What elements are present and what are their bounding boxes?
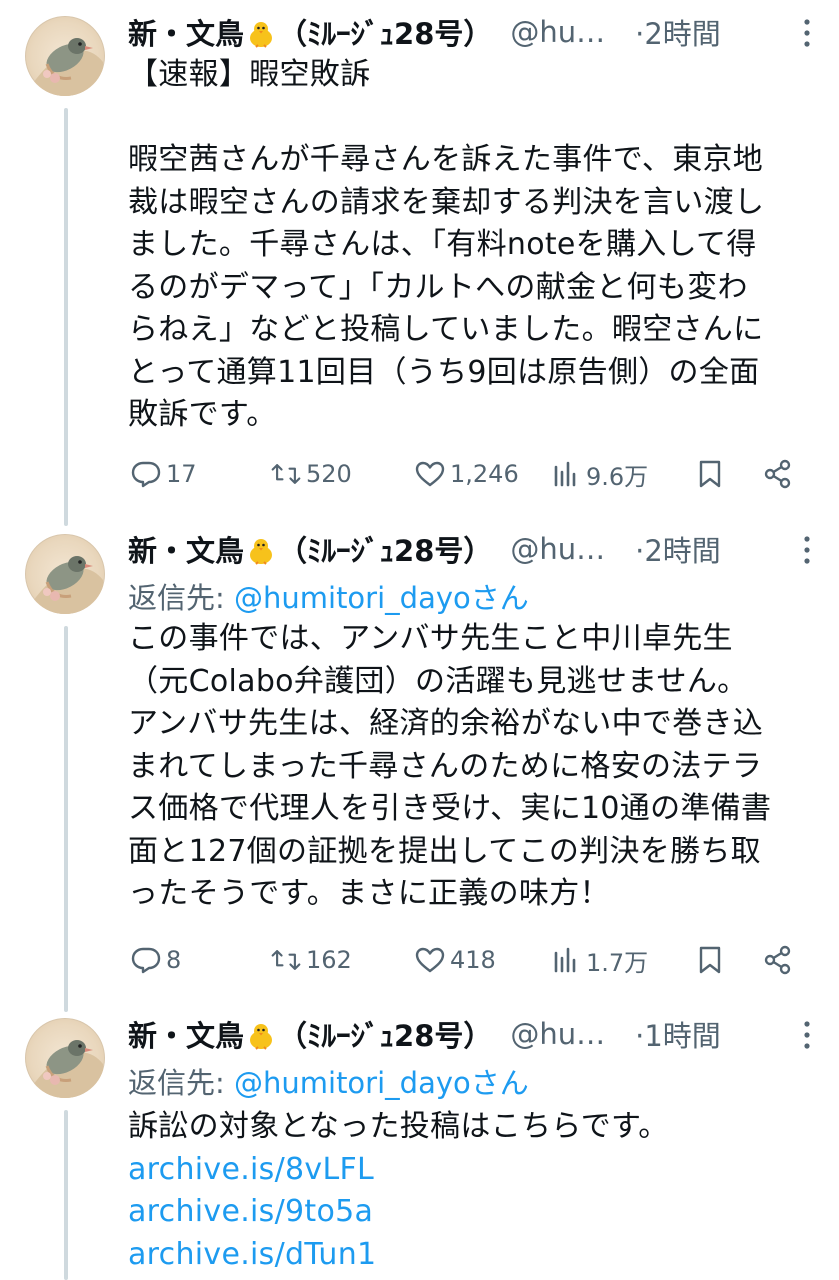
tweet-text-line: まれてしまった千尋さんのために格安の法テラ	[128, 748, 763, 784]
timestamp[interactable]: ·2時間	[635, 528, 721, 570]
timestamp[interactable]: ·2時間	[635, 11, 721, 53]
reply-count: 17	[166, 460, 197, 488]
tweet-header: 新・文鳥 （ﾐﾙｰｼﾞｭ28号） @hu… ·1時間	[128, 1012, 721, 1056]
view-count: 9.6万	[586, 462, 649, 491]
reply-button[interactable]: 8	[130, 940, 181, 980]
share-button[interactable]	[762, 454, 794, 494]
views-button[interactable]: 9.6万	[550, 454, 648, 494]
tweet-text-line: 面と127個の証拠を提出してこの判決を勝ち取	[128, 833, 761, 869]
vertical-dots-icon[interactable]	[803, 18, 811, 48]
tweet-text-line: ったそうです。まさに正義の味方！	[128, 876, 610, 911]
share-nodes-icon	[764, 945, 791, 975]
retweet-count: 520	[306, 460, 352, 488]
bookmark-icon	[699, 946, 721, 974]
tweet-text-line: ス価格で代理人を引き受け、実に10通の準備書	[128, 791, 772, 826]
tweet-text-line	[128, 97, 818, 140]
tweet-text-line: るのがデマって」「カルトへの献金と何も変わ	[128, 269, 748, 305]
vertical-dots-icon[interactable]	[803, 535, 811, 565]
views-button[interactable]: 1.7万	[550, 940, 648, 980]
author-name[interactable]: 新・文鳥 （ﾐﾙｰｼﾞｭ28号）	[128, 1013, 492, 1055]
retweet-arrows-icon	[271, 950, 301, 970]
archive-link[interactable]: archive.is/dTun1	[128, 1234, 818, 1277]
replying-to-prefix: 返信先:	[128, 581, 234, 615]
author-handle[interactable]: @hu…	[510, 15, 605, 49]
thread-connector-line	[64, 108, 68, 526]
like-count: 1,246	[450, 460, 519, 488]
tweet-header: 新・文鳥 （ﾐﾙｰｼﾞｭ28号） @hu… ·2時間	[128, 527, 721, 571]
tweet-header: 新・文鳥 （ﾐﾙｰｼﾞｭ28号） @hu… ·2時間	[128, 10, 721, 54]
tweet-text-line: 暇空茜さんが千尋さんを訴えた事件で、東京地	[128, 142, 764, 177]
avatar[interactable]	[25, 534, 105, 614]
like-button[interactable]: 418	[414, 940, 496, 980]
tweet-text-line: らねえ」などと投稿していました。暇空さんに	[128, 312, 764, 347]
speech-bubble-icon	[131, 947, 161, 974]
author-handle[interactable]: @hu…	[510, 532, 605, 566]
retweet-button[interactable]: 520	[270, 454, 352, 494]
tweet-text-line: とって通算11回目（うち9回は原告側）の全面	[128, 354, 760, 390]
tweet-action-bar: 17 520 1,246 9.6万	[128, 454, 808, 494]
timestamp[interactable]: ·1時間	[635, 1013, 721, 1055]
tweet-text-line: 【速報】暇空敗訴	[128, 57, 371, 92]
reply-mention-suffix: さん	[470, 581, 529, 615]
reply-button[interactable]: 17	[130, 454, 197, 494]
reply-mention-suffix: さん	[470, 1066, 529, 1100]
author-name[interactable]: 新・文鳥 （ﾐﾙｰｼﾞｭ28号）	[128, 528, 492, 570]
baby-chick-emoji-icon	[250, 22, 273, 48]
bookmark-button[interactable]	[694, 940, 726, 980]
replying-to-label: 返信先: @humitori_dayoさん	[128, 575, 529, 617]
tweet-text-line: ました。千尋さんは、「有料noteを購入して得	[128, 227, 757, 262]
share-nodes-icon	[764, 459, 791, 489]
share-button[interactable]	[762, 940, 794, 980]
bookmark-button[interactable]	[694, 454, 726, 494]
tweet-text-line: この事件では、アンバサ先生こと中川卓先生	[128, 621, 733, 656]
tweet-text-line: 訴訟の対象となった投稿はこちらです。	[128, 1109, 669, 1144]
reply-count: 8	[166, 946, 182, 974]
thread-connector-line	[64, 1110, 68, 1280]
view-count: 1.7万	[586, 948, 649, 977]
replying-to-label: 返信先: @humitori_dayoさん	[128, 1060, 529, 1102]
avatar[interactable]	[25, 1018, 105, 1098]
like-count: 418	[450, 946, 496, 974]
tweet-text-line: （元Colabo弁護団）の活躍も見逃せません。	[128, 663, 748, 699]
baby-chick-emoji-icon	[250, 1024, 273, 1050]
thread-connector-line	[64, 626, 68, 1012]
heart-icon	[415, 461, 445, 487]
tweet-text-line: 裁は暇空さんの請求を棄却する判決を言い渡し	[128, 184, 765, 220]
author-name[interactable]: 新・文鳥 （ﾐﾙｰｼﾞｭ28号）	[128, 11, 492, 53]
retweet-count: 162	[306, 946, 352, 974]
baby-chick-emoji-icon	[250, 539, 273, 565]
replying-to-prefix: 返信先:	[128, 1066, 234, 1100]
archive-link[interactable]: archive.is/8vLFL	[128, 1149, 818, 1192]
retweet-button[interactable]: 162	[270, 940, 352, 980]
reply-mention-link[interactable]: @humitori_dayo	[234, 581, 471, 615]
tweet-action-bar: 8 162 418 1.7万	[128, 940, 808, 980]
tweet-text: 【速報】暇空敗訴 暇空茜さんが千尋さんを訴えた事件で、東京地 裁は暇空さんの請求…	[128, 54, 818, 437]
retweet-arrows-icon	[271, 464, 301, 484]
tweet-text: 訴訟の対象となった投稿はこちらです。 archive.is/8vLFL arch…	[128, 1106, 818, 1276]
speech-bubble-icon	[131, 461, 161, 488]
bookmark-icon	[699, 460, 721, 488]
tweet-text-line: アンバサ先生は、経済的余裕がない中で巻き込	[128, 706, 764, 741]
author-handle[interactable]: @hu…	[510, 1017, 605, 1051]
reply-mention-link[interactable]: @humitori_dayo	[234, 1066, 471, 1100]
vertical-dots-icon[interactable]	[803, 1020, 811, 1050]
avatar[interactable]	[25, 16, 105, 96]
like-button[interactable]: 1,246	[414, 454, 519, 494]
heart-icon	[415, 947, 445, 973]
tweet-text-line: 敗訴です。	[128, 397, 277, 432]
tweet-text: この事件では、アンバサ先生こと中川卓先生 （元Colabo弁護団）の活躍も見逃せ…	[128, 618, 818, 916]
archive-link[interactable]: archive.is/9to5a	[128, 1191, 818, 1234]
bar-chart-icon	[554, 461, 576, 487]
bar-chart-icon	[554, 947, 576, 973]
